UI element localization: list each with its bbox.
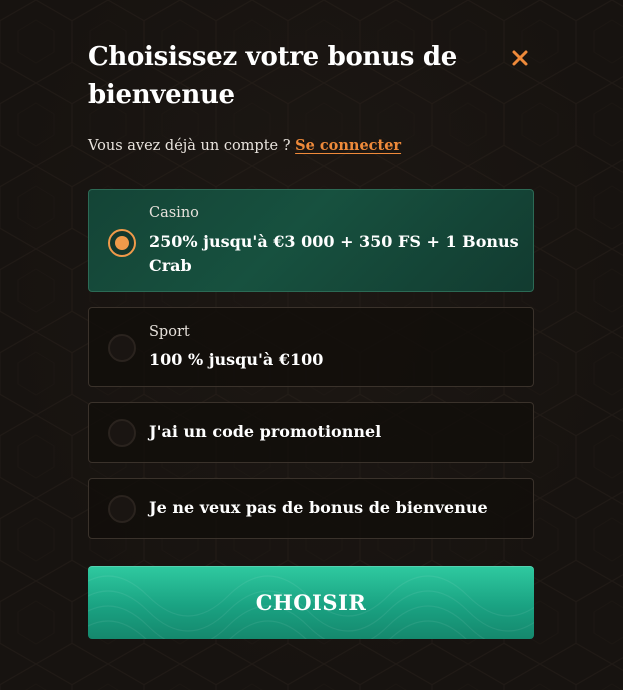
login-prompt-row: Vous avez déjà un compte ? Se connecter [88, 137, 401, 154]
close-button[interactable] [506, 44, 534, 72]
login-link[interactable]: Se connecter [295, 137, 401, 154]
option-bonus-text: J'ai un code promotionnel [149, 422, 382, 441]
login-prompt-text: Vous avez déjà un compte ? [88, 138, 291, 154]
bonus-modal: Choisissez votre bonus de bienvenue Vous… [0, 0, 623, 690]
choose-button[interactable]: CHOISIR [88, 566, 534, 639]
radio-button[interactable] [108, 419, 136, 447]
bonus-option-promo-code[interactable]: J'ai un code promotionnel [88, 402, 534, 463]
radio-dot [115, 236, 129, 250]
modal-title: Choisissez votre bonus de bienvenue [88, 42, 457, 110]
option-bonus-text: 250% jusqu'à €3 000 + 350 FS + 1 Bonus C… [149, 232, 519, 275]
radio-button-selected[interactable] [108, 229, 136, 257]
close-icon [512, 50, 528, 66]
radio-button[interactable] [108, 334, 136, 362]
option-category-label: Casino [149, 205, 199, 221]
choose-button-label: CHOISIR [255, 590, 367, 615]
radio-button[interactable] [108, 495, 136, 523]
bonus-option-casino[interactable]: Casino 250% jusqu'à €3 000 + 350 FS + 1 … [88, 189, 534, 292]
option-category-label: Sport [149, 324, 190, 340]
option-bonus-text: Je ne veux pas de bonus de bienvenue [149, 498, 488, 517]
bonus-option-no-bonus[interactable]: Je ne veux pas de bonus de bienvenue [88, 478, 534, 539]
option-bonus-text: 100 % jusqu'à €100 [149, 350, 324, 369]
bonus-option-sport[interactable]: Sport 100 % jusqu'à €100 [88, 307, 534, 387]
